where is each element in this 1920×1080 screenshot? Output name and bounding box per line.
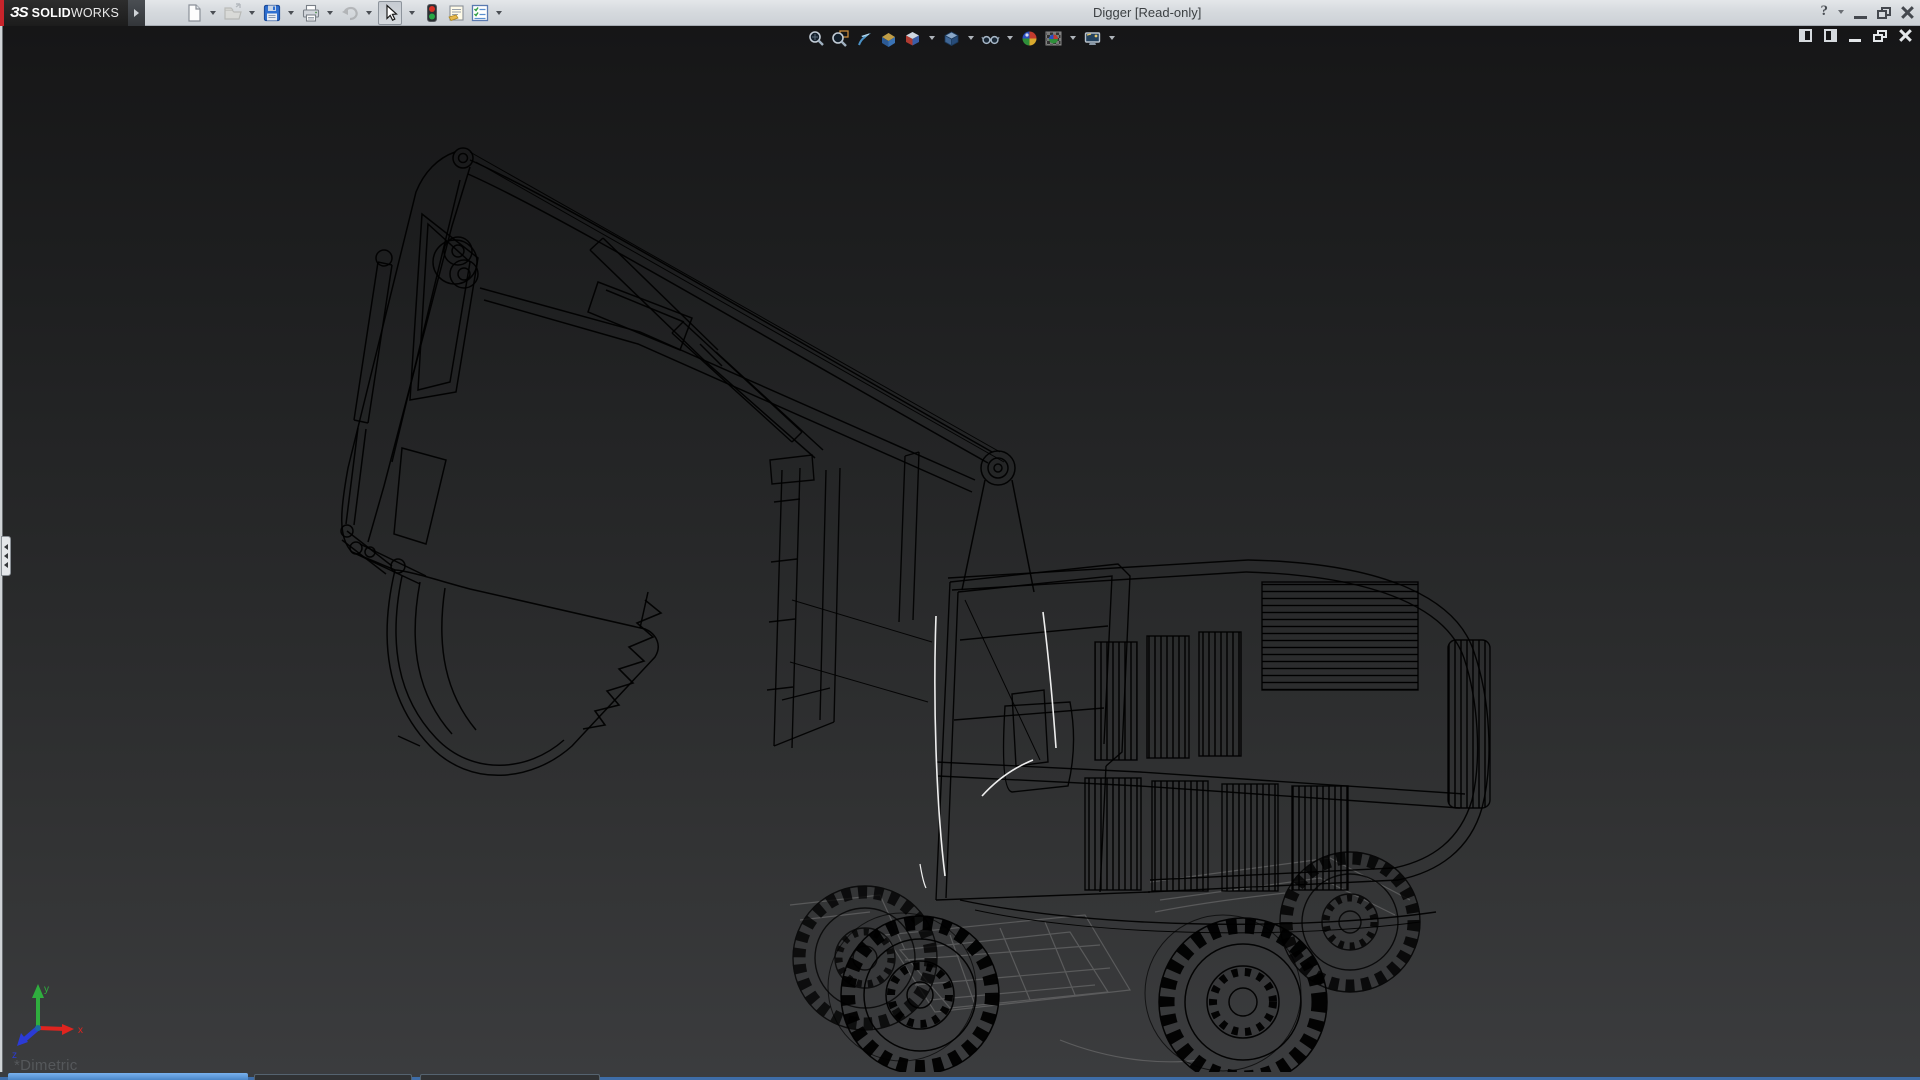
solidworks-logo-glyph: ЗS (10, 4, 28, 21)
triad-x-label: x (78, 1025, 83, 1036)
collapse-arrow-icon (4, 553, 8, 559)
view-orientation-dropdown[interactable] (929, 36, 935, 40)
menu-flyout-button[interactable] (128, 0, 145, 26)
undo-arrow-icon (340, 3, 360, 23)
save-button[interactable] (261, 1, 283, 25)
taskbar-button[interactable] (420, 1074, 600, 1080)
new-document-dropdown[interactable] (210, 11, 216, 15)
options-dropdown[interactable] (496, 11, 502, 15)
solidworks-logo: ЗS SOLIDWORKS (0, 0, 128, 26)
bucket-wireframe (350, 542, 661, 775)
magnifier-area-icon (831, 29, 850, 48)
select-button[interactable] (378, 1, 402, 25)
checklist-icon (470, 3, 490, 23)
digger-wireframe-model[interactable] (0, 0, 1920, 1080)
taskbar-button[interactable] (254, 1074, 412, 1080)
view-settings-dropdown[interactable] (1109, 36, 1115, 40)
print-button[interactable] (300, 1, 322, 25)
printer-icon (301, 3, 321, 23)
pane-right-icon[interactable] (1824, 29, 1837, 42)
magnifier-icon (807, 29, 826, 48)
orientation-triad: y x z (8, 980, 98, 1060)
collapse-arrow-icon (4, 562, 8, 568)
open-folder-icon (223, 3, 243, 23)
flyout-arrow-icon (134, 9, 139, 17)
document-close-icon[interactable] (1899, 29, 1912, 42)
pane-left-icon[interactable] (1799, 29, 1812, 42)
help-dropdown[interactable] (1838, 10, 1844, 14)
orientation-cube-icon (903, 29, 922, 48)
close-icon[interactable] (1901, 6, 1914, 19)
hide-show-items-button[interactable] (980, 27, 1001, 49)
print-dropdown[interactable] (327, 11, 333, 15)
undo-dropdown[interactable] (366, 11, 372, 15)
undo-button[interactable] (339, 1, 361, 25)
traffic-light-icon (422, 3, 442, 23)
windows-taskbar-edge (0, 1072, 1920, 1080)
heads-up-view-toolbar (806, 27, 1118, 49)
color-sphere-icon (1020, 29, 1039, 48)
taskbar-active-button[interactable] (8, 1073, 248, 1080)
open-dropdown[interactable] (249, 11, 255, 15)
feature-manager-splitter[interactable] (1, 536, 11, 576)
zoom-to-area-button[interactable] (830, 27, 851, 49)
minimize-icon[interactable] (1854, 16, 1867, 19)
solidworks-window: y x z *Dimetric ЗS SOLIDWORKS (0, 0, 1920, 1080)
cursor-arrow-icon (380, 3, 400, 23)
file-properties-button[interactable] (445, 1, 467, 25)
note-pad-icon (446, 3, 466, 23)
display-style-button[interactable] (941, 27, 962, 49)
brand-name-bold: SOLID (32, 6, 71, 20)
new-document-icon (184, 3, 204, 23)
save-dropdown[interactable] (288, 11, 294, 15)
help-icon[interactable]: ? (1821, 3, 1829, 20)
view-settings-button[interactable] (1082, 27, 1103, 49)
options-button[interactable] (469, 1, 491, 25)
select-dropdown[interactable] (409, 11, 415, 15)
triad-y-label: y (44, 984, 49, 995)
section-view-button[interactable] (878, 27, 899, 49)
standard-toolbar (183, 1, 506, 25)
document-window-controls (1799, 29, 1912, 42)
upper-body-wireframe (936, 560, 1490, 933)
boom-mount-wireframe (767, 452, 932, 748)
collapse-arrow-icon (4, 544, 8, 550)
monitor-icon (1083, 29, 1102, 48)
apply-scene-button[interactable] (1043, 27, 1064, 49)
display-cube-icon (942, 29, 961, 48)
display-style-dropdown[interactable] (968, 36, 974, 40)
scene-photo-icon (1044, 29, 1063, 48)
restore-icon[interactable] (1877, 7, 1891, 19)
hide-show-items-dropdown[interactable] (1007, 36, 1013, 40)
window-controls: ? (1821, 3, 1915, 20)
document-minimize-icon[interactable] (1849, 39, 1861, 42)
glasses-icon (981, 29, 1000, 48)
logo-red-accent (0, 0, 4, 26)
view-orientation-button[interactable] (902, 27, 923, 49)
rebuild-button[interactable] (421, 1, 443, 25)
window-title: Digger [Read-only] (1093, 5, 1201, 20)
zoom-to-fit-button[interactable] (806, 27, 827, 49)
boom-arm-wireframe (341, 148, 1034, 592)
edit-appearance-button[interactable] (1019, 27, 1040, 49)
previous-view-button[interactable] (854, 27, 875, 49)
apply-scene-dropdown[interactable] (1070, 36, 1076, 40)
new-document-button[interactable] (183, 1, 205, 25)
document-restore-icon[interactable] (1873, 30, 1887, 42)
open-button[interactable] (222, 1, 244, 25)
brand-name-light: WORKS (71, 6, 119, 20)
save-floppy-icon (262, 3, 282, 23)
title-bar: ЗS SOLIDWORKS (0, 0, 1920, 26)
back-arrow-icon (855, 29, 874, 48)
section-cut-icon (879, 29, 898, 48)
